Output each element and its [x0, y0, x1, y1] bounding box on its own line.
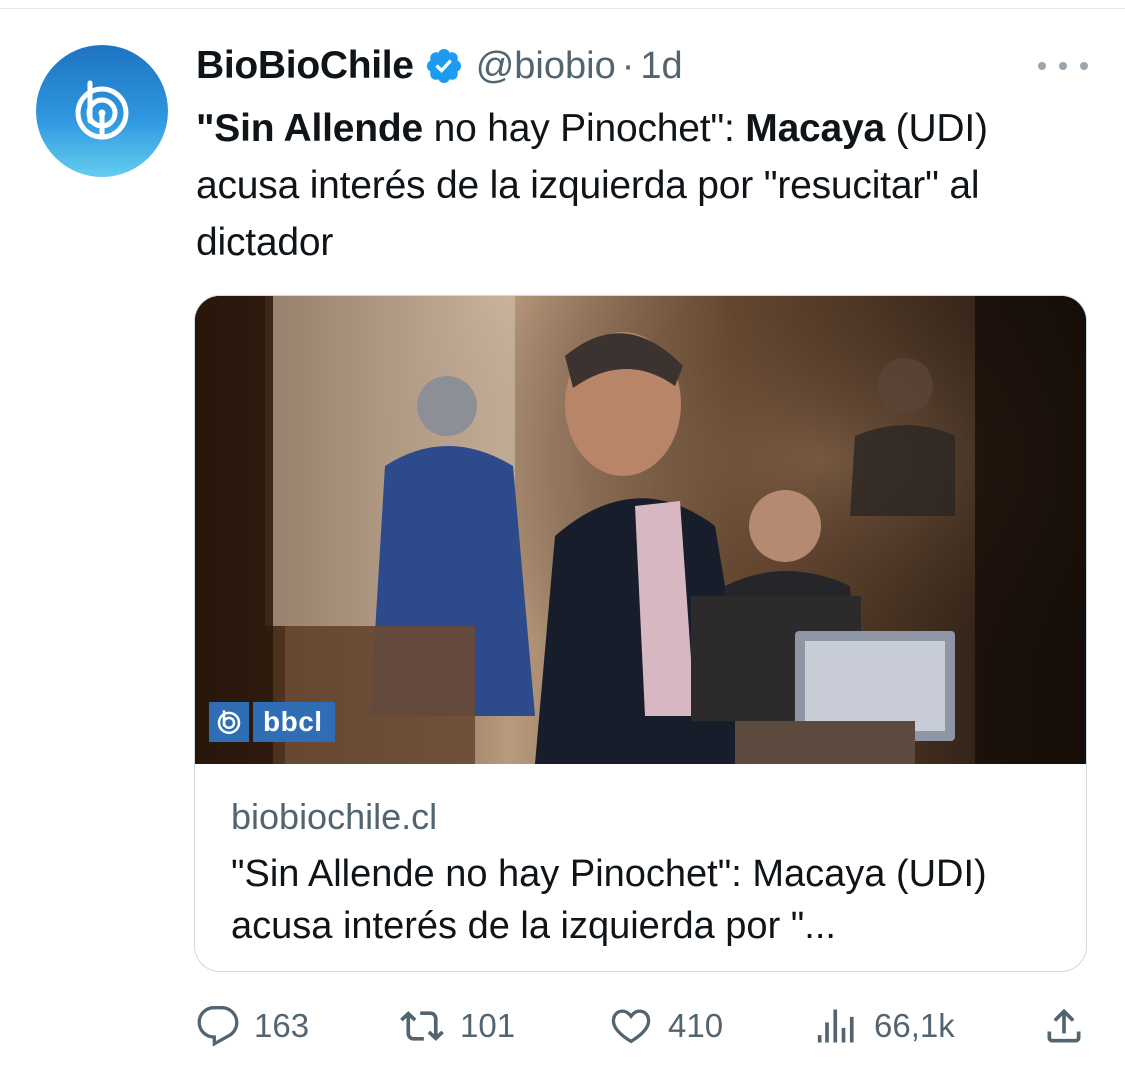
reply-count: 163: [254, 1007, 310, 1044]
tweet-text: "Sin Allende no hay Pinochet": Macaya (U…: [196, 100, 1076, 271]
like-button[interactable]: 410: [608, 1000, 723, 1052]
bbcl-logo-icon: [209, 702, 249, 742]
card-domain: biobiochile.cl: [231, 796, 438, 837]
card-title: "Sin Allende no hay Pinochet": Macaya (U…: [231, 853, 987, 947]
watermark: bbcl: [209, 702, 335, 742]
action-bar: 163 101 410 66,1k: [196, 1000, 1086, 1052]
biobio-logo-icon: [75, 80, 129, 140]
verified-badge-icon: [424, 46, 464, 86]
repost-icon: [400, 1011, 444, 1041]
card-image[interactable]: bbcl: [195, 296, 1086, 764]
author-handle[interactable]: @biobio: [476, 45, 616, 88]
tweet-text-bold-1: "Sin Allende: [196, 107, 424, 150]
tweet-text-part-2: no hay Pinochet":: [423, 107, 746, 150]
repost-button[interactable]: 101: [398, 1000, 515, 1052]
link-card[interactable]: bbcl biobiochile.cl "Sin Allende no hay …: [194, 295, 1087, 972]
repost-count: 101: [460, 1007, 516, 1044]
watermark-text: bbcl: [253, 702, 335, 742]
share-icon: [1047, 1008, 1081, 1043]
views-chart-icon: [817, 1009, 854, 1043]
top-divider: [0, 8, 1125, 9]
share-button[interactable]: [1042, 1000, 1100, 1052]
avatar[interactable]: [36, 45, 168, 177]
more-options-icon[interactable]: [1038, 52, 1088, 80]
separator-dot: ·: [621, 44, 635, 87]
views-button[interactable]: 66,1k: [816, 1000, 955, 1052]
tweet-text-bold-2: Macaya: [745, 107, 886, 150]
tweet-timestamp[interactable]: 1d: [640, 45, 682, 88]
views-count: 66,1k: [874, 1007, 955, 1044]
heart-icon: [611, 1009, 651, 1044]
reply-button[interactable]: 163: [196, 1000, 309, 1052]
reply-icon: [197, 1006, 239, 1047]
like-count: 410: [668, 1007, 724, 1044]
tweet-header: BioBioChile @biobio · 1d: [196, 40, 683, 92]
author-name[interactable]: BioBioChile: [196, 44, 414, 88]
